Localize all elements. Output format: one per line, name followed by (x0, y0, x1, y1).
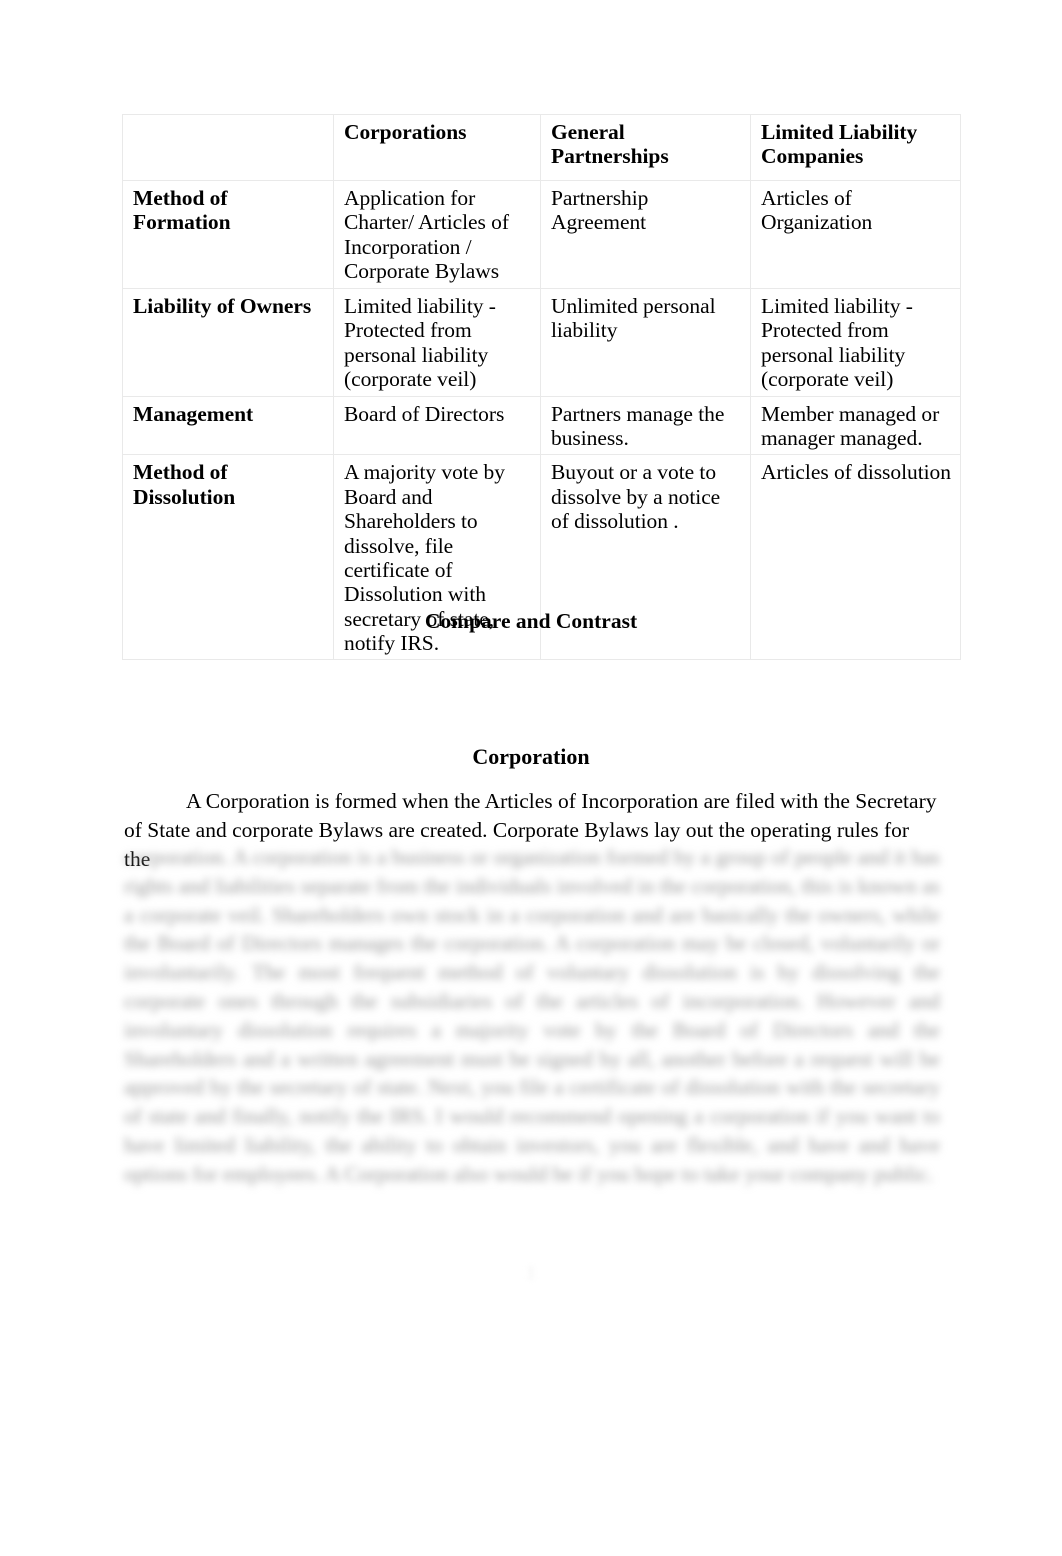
section-heading-corporation: Corporation (472, 744, 590, 769)
page-number: 1 (526, 1262, 536, 1284)
document-page: Corporations General Partnerships Limite… (0, 0, 1062, 1556)
business-entity-comparison-table: Corporations General Partnerships Limite… (122, 114, 961, 661)
cell-management-llc: Member managed or manager managed. (750, 395, 961, 456)
table-row: Management Board of Directors Partners m… (122, 395, 961, 456)
row-label-method-of-formation: Method of Formation (122, 180, 334, 289)
cell-formation-corporations: Application for Charter/ Articles of Inc… (333, 180, 541, 289)
table-row: Liability of Owners Limited liability -P… (122, 288, 961, 397)
row-label-liability-of-owners: Liability of Owners (122, 288, 334, 397)
cell-liability-corporations: Limited liability -Protected from person… (333, 288, 541, 397)
column-header-general-partnerships: General Partnerships (540, 114, 751, 181)
comparison-table-container: Corporations General Partnerships Limite… (122, 114, 961, 661)
table-row: Method of Formation Application for Char… (122, 180, 961, 289)
table-corner-cell (122, 114, 334, 181)
paragraph-obscured-text: corporation. A corporation is a business… (124, 845, 940, 1186)
cell-formation-general-partnerships: Partnership Agreement (540, 180, 751, 289)
column-header-corporations: Corporations (333, 114, 541, 181)
cell-management-corporations: Board of Directors (333, 395, 541, 456)
table-header-row: Corporations General Partnerships Limite… (122, 114, 961, 181)
row-label-management: Management (122, 395, 334, 456)
table-caption: Compare and Contrast (424, 609, 638, 633)
cell-management-general-partnerships: Partners manage the business. (540, 395, 751, 456)
cell-formation-llc: Articles of Organization (750, 180, 961, 289)
cell-liability-general-partnerships: Unlimited personal liability (540, 288, 751, 397)
cell-liability-llc: Limited liability -Protected from person… (750, 288, 961, 397)
column-header-limited-liability-companies: Limited Liability Companies (750, 114, 961, 181)
